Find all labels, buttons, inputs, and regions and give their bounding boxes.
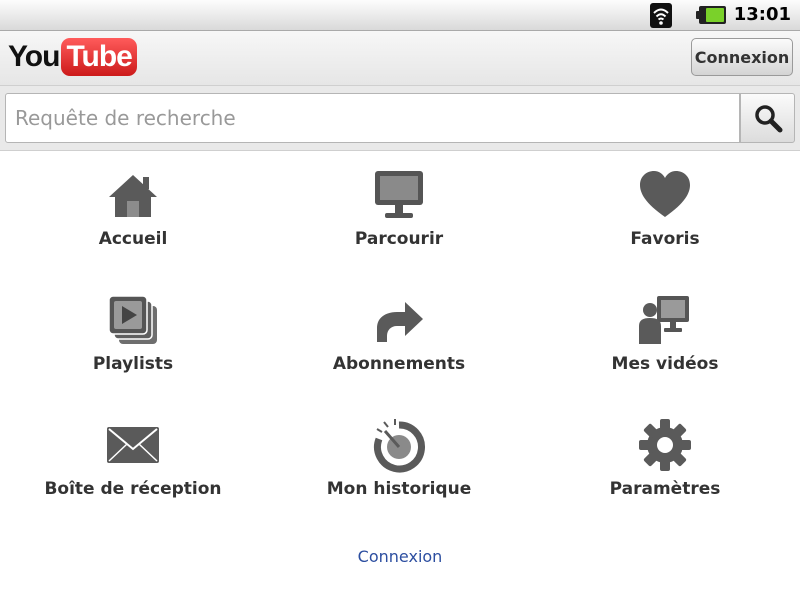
clock: 13:01 xyxy=(733,4,791,25)
menu-item-label: Parcourir xyxy=(354,229,444,249)
menu-item-inbox[interactable]: Boîte de réception xyxy=(0,401,266,526)
battery-icon xyxy=(696,6,726,24)
gear-icon xyxy=(639,419,691,471)
search-icon xyxy=(754,105,782,133)
menu-item-history[interactable]: Mon historique xyxy=(266,401,532,526)
menu-item-subscriptions[interactable]: Abonnements xyxy=(266,276,532,401)
menu-item-playlists[interactable]: Playlists xyxy=(0,276,266,401)
envelope-icon xyxy=(107,427,159,463)
app-header: You Tube Connexion xyxy=(0,31,800,86)
menu-item-label: Mon historique xyxy=(326,479,472,499)
login-button[interactable]: Connexion xyxy=(691,38,793,76)
menu-item-browse[interactable]: Parcourir xyxy=(266,151,532,276)
history-icon xyxy=(374,419,425,473)
logo-text-tube: Tube xyxy=(61,38,137,76)
menu-item-label: Abonnements xyxy=(332,354,466,374)
menu-item-label: Favoris xyxy=(630,229,700,249)
search-bar: Requête de recherche xyxy=(0,86,800,151)
status-bar: 13:01 xyxy=(0,0,800,31)
menu-item-home[interactable]: Accueil xyxy=(0,151,266,276)
menu-item-favorites[interactable]: Favoris xyxy=(532,151,798,276)
monitor-icon xyxy=(375,171,423,218)
menu-item-settings[interactable]: Paramètres xyxy=(532,401,798,526)
heart-icon xyxy=(640,171,690,217)
logo-text-you: You xyxy=(8,40,60,73)
search-input[interactable]: Requête de recherche xyxy=(5,93,740,143)
menu-item-label: Mes vidéos xyxy=(611,354,719,374)
person-screen-icon xyxy=(639,296,689,344)
wifi-icon xyxy=(650,3,672,28)
playlist-icon xyxy=(108,295,157,344)
home-icon xyxy=(109,175,157,217)
menu-item-label: Paramètres xyxy=(609,479,721,499)
share-arrow-icon xyxy=(377,302,423,342)
menu-item-my-videos[interactable]: Mes vidéos xyxy=(532,276,798,401)
search-button[interactable] xyxy=(740,93,795,143)
menu-item-label: Playlists xyxy=(92,354,174,374)
youtube-logo[interactable]: You Tube xyxy=(8,37,137,77)
menu-item-label: Boîte de réception xyxy=(44,479,222,499)
footer-login-link[interactable]: Connexion xyxy=(0,547,800,566)
menu-item-label: Accueil xyxy=(98,229,168,249)
